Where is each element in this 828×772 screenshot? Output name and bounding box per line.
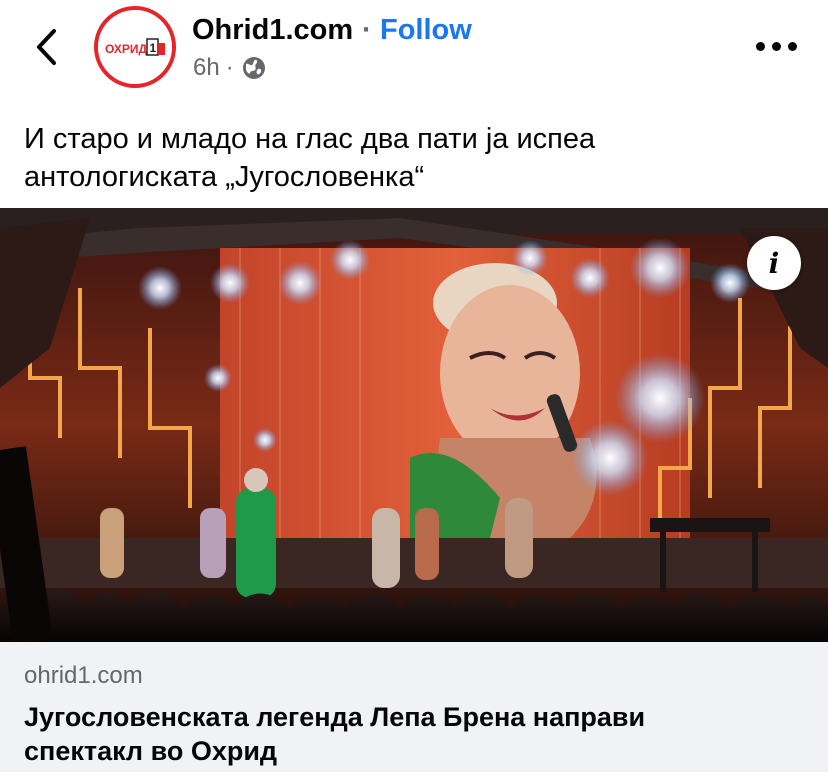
back-button[interactable] <box>30 26 66 68</box>
globe-icon <box>242 57 265 79</box>
link-title-line: спектакл во Охрид <box>24 736 278 766</box>
more-horizontal-icon <box>756 41 765 51</box>
link-domain: ohrid1.com <box>24 662 143 689</box>
more-options-button[interactable] <box>756 34 802 58</box>
svg-text:ОХРИД: ОХРИД <box>105 42 148 56</box>
post-caption: И старо и младо на глас два пати ја испе… <box>24 120 804 196</box>
post-time[interactable]: 6h <box>193 54 220 82</box>
info-button[interactable]: i <box>747 236 801 290</box>
follow-button[interactable]: Follow <box>380 14 472 47</box>
meta-separator: · <box>225 54 234 81</box>
concert-photo <box>0 208 828 642</box>
link-title: Југословенската легенда Лепа Брена напра… <box>24 700 804 768</box>
post-meta: 6h · <box>193 54 266 82</box>
link-preview[interactable]: ohrid1.com Југословенската легенда Лепа … <box>0 642 828 772</box>
link-title-line: Југословенската легенда Лепа Брена напра… <box>24 702 646 732</box>
svg-text:1: 1 <box>150 41 157 55</box>
more-dot <box>788 41 797 51</box>
page-avatar[interactable]: ОХРИД 1 <box>94 6 176 88</box>
more-dot <box>772 41 781 51</box>
page-name-link[interactable]: Ohrid1.com <box>192 14 353 47</box>
chevron-left-icon <box>37 29 56 65</box>
info-icon: i <box>768 246 780 280</box>
ohrid1-logo-icon: ОХРИД 1 <box>98 10 172 84</box>
post-header: ОХРИД 1 Ohrid1.com · Follow 6h · <box>0 0 828 100</box>
header-separator: · <box>362 14 372 46</box>
post-image[interactable] <box>0 208 828 642</box>
post-caption-line: антологиската „Југословенка“ <box>24 161 425 193</box>
post-caption-line: И старо и младо на глас два пати ја испе… <box>24 123 596 155</box>
